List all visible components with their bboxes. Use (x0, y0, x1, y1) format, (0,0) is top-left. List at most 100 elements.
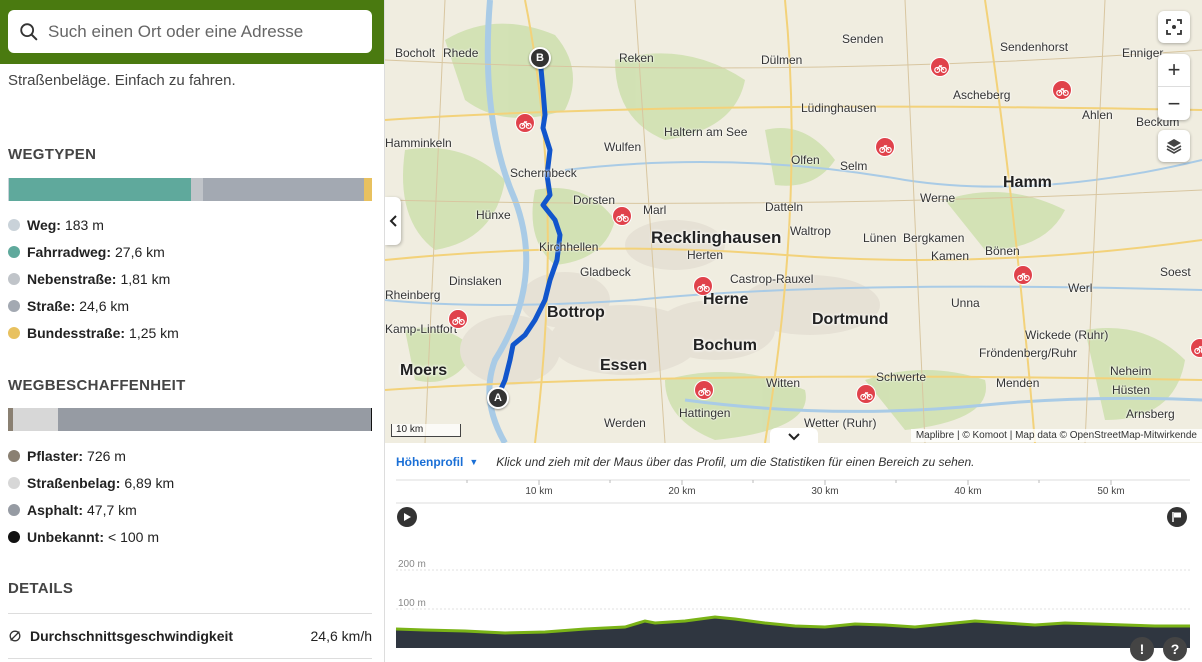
wegbeschaffenheit-legend-row[interactable]: Unbekannt: < 100 m (8, 523, 372, 550)
wegtypen-bar[interactable] (8, 178, 372, 201)
search-input[interactable] (48, 21, 348, 42)
map-town: Schwerte (876, 370, 927, 384)
map-city: Herne (703, 291, 749, 308)
warning-button[interactable]: ! (1130, 637, 1154, 661)
x-tick-label: 40 km (954, 486, 981, 497)
map-town: Unna (951, 296, 980, 310)
elevation-profile[interactable]: 10 km 20 km 30 km 40 km 50 km 200 m 100 … (385, 443, 1202, 662)
map-town: Kamen (931, 249, 970, 263)
wegtypen-legend-row[interactable]: Straße: 24,6 km (8, 292, 372, 319)
wegtypen-segment[interactable] (363, 178, 372, 201)
wegtypen-legend-row[interactable]: Bundesstraße: 1,25 km (8, 319, 372, 346)
legend-dot (8, 299, 20, 312)
map-town: Kirchhellen (539, 240, 599, 254)
map-town: Herten (687, 248, 724, 262)
profile-type-dropdown[interactable]: Höhenprofil ▼ (396, 455, 478, 469)
bike-poi-icon[interactable] (694, 380, 714, 400)
wegtypen-segment[interactable] (202, 178, 364, 201)
toggle-profile-button[interactable] (770, 428, 818, 446)
legend-label: Fahrradweg: (27, 243, 112, 260)
map-town: Neheim (1110, 364, 1152, 378)
wegbeschaffenheit-legend-row[interactable]: Pflaster: 726 m (8, 442, 372, 469)
wegbeschaffenheit-legend-row[interactable]: Asphalt: 47,7 km (8, 496, 372, 523)
bike-poi-icon[interactable] (448, 309, 468, 329)
exclamation-icon: ! (1139, 641, 1145, 657)
map-town: Sendenhorst (1000, 40, 1069, 54)
map-town: Dinslaken (449, 274, 502, 288)
bike-poi-icon[interactable] (875, 137, 895, 157)
map-town: Selm (840, 159, 868, 173)
route-end-marker[interactable]: B (529, 47, 551, 69)
scale-bar: 10 km (391, 424, 461, 437)
map-town: Hamminkeln (385, 136, 452, 150)
caret-down-icon: ▼ (469, 457, 479, 467)
map-town: Hünxe (476, 208, 511, 222)
bike-poi-icon[interactable] (612, 206, 632, 226)
sidebar: Straßenbeläge. Einfach zu fahren. WEGTYP… (0, 0, 385, 662)
legend-label: Unbekannt: (27, 528, 104, 545)
fullscreen-icon (1166, 19, 1182, 35)
wegbeschaffenheit-legend-row[interactable]: Straßenbelag: 6,89 km (8, 469, 372, 496)
legend-dot (8, 449, 20, 462)
wegtypen-legend-row[interactable]: Nebenstraße: 1,81 km (8, 265, 372, 292)
search-box[interactable] (8, 10, 372, 53)
x-tick-label: 10 km (525, 486, 552, 497)
wegtypen-segment[interactable] (190, 178, 203, 201)
map-town: Haltern am See (664, 125, 748, 139)
fullscreen-button[interactable] (1158, 11, 1190, 43)
map-city: Bochum (693, 337, 757, 354)
wegbeschaffenheit-bar[interactable] (8, 408, 372, 431)
zoom-out-button[interactable]: − (1158, 87, 1190, 120)
map-city: Bottrop (547, 304, 605, 321)
chevron-left-icon (389, 215, 397, 227)
collapse-sidebar-button[interactable] (385, 197, 401, 245)
wegbeschaffenheit-title: WEGBESCHAFFENHEIT (8, 377, 186, 394)
legend-label: Asphalt: (27, 501, 83, 518)
legend-dot (8, 245, 20, 258)
wegbeschaffenheit-legend: Pflaster: 726 m Straßenbelag: 6,89 km Asphal… (8, 442, 372, 550)
help-button[interactable]: ? (1163, 637, 1187, 661)
play-button[interactable] (397, 507, 417, 527)
map-city: Hamm (1003, 174, 1052, 191)
speed-icon (9, 630, 21, 642)
map-canvas[interactable]: Recklinghausen Herne Bottrop Essen Bochu… (385, 0, 1202, 443)
layers-button[interactable] (1158, 130, 1190, 162)
play-icon (404, 513, 411, 521)
map-town: Reken (619, 51, 654, 65)
legend-dot (8, 326, 20, 339)
detail-value: 24,6 km/h (310, 628, 372, 644)
map-town: Olfen (791, 153, 820, 167)
map-town: Marl (643, 203, 667, 217)
map-town: Ahlen (1082, 108, 1113, 122)
map-town: Bocholt (395, 46, 436, 60)
wegtypen-segment[interactable] (9, 178, 191, 201)
legend-label: Straße: (27, 297, 76, 314)
legend-value: < 100 m (108, 528, 159, 545)
map-town: Hüsten (1112, 383, 1151, 397)
zoom-in-button[interactable]: + (1158, 54, 1190, 87)
route-start-marker[interactable]: A (487, 387, 509, 409)
wegbeschaffenheit-segment[interactable] (12, 408, 58, 431)
details-title: DETAILS (8, 580, 74, 597)
bike-poi-icon[interactable] (1052, 80, 1072, 100)
elevation-chart[interactable]: 10 km 20 km 30 km 40 km 50 km 200 m 100 … (385, 443, 1202, 662)
finish-flag-button[interactable] (1167, 507, 1187, 527)
bike-poi-icon[interactable] (693, 276, 713, 296)
layers-icon (1166, 139, 1182, 154)
bike-poi-icon[interactable] (1013, 265, 1033, 285)
map-town: Senden (842, 32, 884, 46)
bike-poi-icon[interactable] (515, 113, 535, 133)
legend-value: 1,81 km (120, 270, 171, 287)
wegtypen-legend-row[interactable]: Fahrradweg: 27,6 km (8, 238, 372, 265)
bike-poi-icon[interactable] (930, 57, 950, 77)
wegbeschaffenheit-segment[interactable] (57, 408, 372, 431)
map-town: Fröndenberg/Ruhr (979, 346, 1078, 360)
map-town: Castrop-Rauxel (730, 272, 814, 286)
wegtypen-legend-row[interactable]: Weg: 183 m (8, 211, 372, 238)
map-town: Gladbeck (580, 265, 631, 279)
map-town: Werne (920, 191, 956, 205)
bike-poi-icon[interactable] (856, 384, 876, 404)
detail-row-speed: Durchschnittsgeschwindigkeit 24,6 km/h (8, 613, 372, 659)
wegbeschaffenheit-segment[interactable] (371, 408, 372, 431)
profile-hint: Klick und zieh mit der Maus über das Pro… (496, 455, 975, 469)
